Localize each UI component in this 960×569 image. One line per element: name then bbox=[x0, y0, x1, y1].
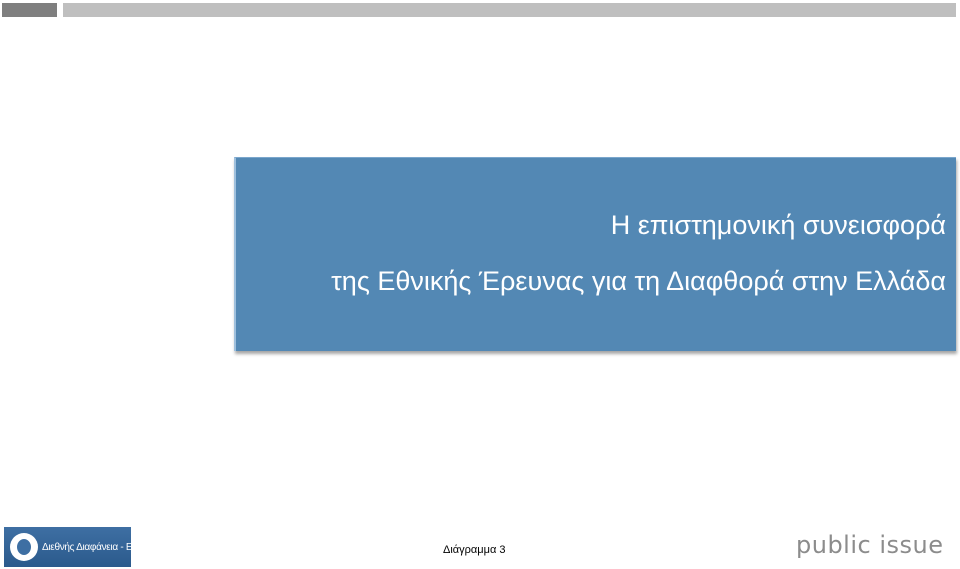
header-bar-dark bbox=[2, 3, 57, 17]
header-bar-light bbox=[63, 3, 956, 17]
title-line-2: της Εθνικής Έρευνας για τη Διαφθορά στην… bbox=[331, 266, 946, 296]
transparency-logo-icon bbox=[10, 533, 38, 561]
transparency-logo-text: Διεθνής Διαφάνεια - Ελλάς bbox=[42, 541, 131, 553]
transparency-international-logo: Διεθνής Διαφάνεια - Ελλάς bbox=[4, 527, 131, 567]
title-line-1: Η επιστημονική συνεισφορά bbox=[610, 210, 946, 240]
footer-label: Διάγραμμα 3 bbox=[443, 544, 506, 556]
title-box: Η επιστημονική συνεισφορά της Εθνικής Έρ… bbox=[234, 157, 956, 351]
public-issue-logo: public issue bbox=[796, 531, 944, 559]
